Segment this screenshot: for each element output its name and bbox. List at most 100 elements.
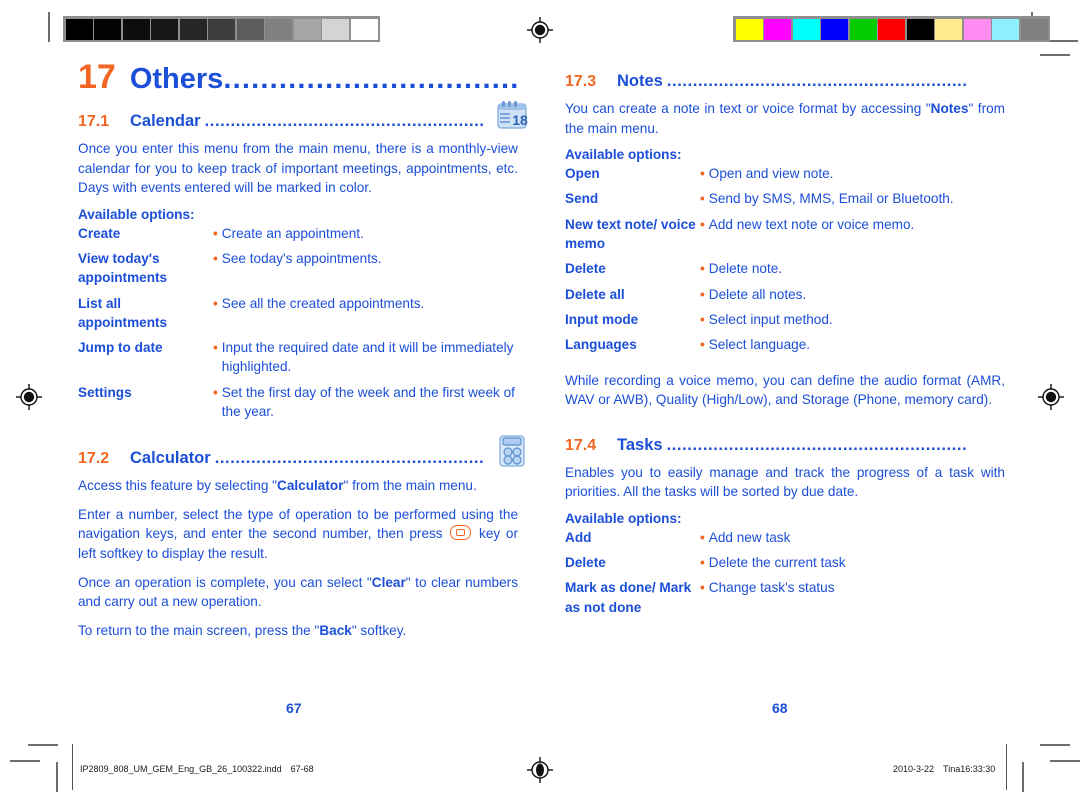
section-title-tasks: Tasks <box>617 435 663 454</box>
option-description: • Change task's status <box>700 578 1005 623</box>
bullet-icon: • <box>213 384 218 400</box>
option-description: • Set the first day of the week and the f… <box>213 383 518 428</box>
calculator-clear-paragraph: Once an operation is complete, you can s… <box>78 574 518 610</box>
available-options-label-notes: Available options: <box>565 147 682 163</box>
bold-term-notes: Notes <box>930 101 969 116</box>
chapter-leader-dots: ...................................... <box>223 65 518 94</box>
footer-operator-time: Tina16:33:30 <box>943 764 996 774</box>
section-heading-calculator: 17.2 Calculator ........................… <box>78 435 525 468</box>
footer-file-slug: IP2809_808_UM_GEM_Eng_GB_26_100322.indd 6… <box>80 764 314 774</box>
option-description: • Add new text note or voice memo. <box>700 215 1005 260</box>
chapter-number: 17 <box>78 58 116 96</box>
page-number-left: 67 <box>286 700 302 716</box>
notes-voice-memo-paragraph: While recording a voice memo, you can de… <box>565 372 1005 408</box>
option-name: Open <box>565 166 600 182</box>
option-name: Add <box>565 529 592 545</box>
available-options-label-tasks: Available options: <box>565 510 682 526</box>
tasks-intro-paragraph: Enables you to easily manage and track t… <box>565 464 1005 500</box>
options-table-notes: Open • Open and view note. Send • Send by … <box>565 164 1005 360</box>
chapter-title: Others <box>129 63 224 95</box>
bullet-icon: • <box>213 225 218 241</box>
bullet-icon: • <box>700 166 705 182</box>
table-row: Settings • Set the first day of the week … <box>78 383 518 428</box>
table-row: List all appointments • See all the creat… <box>78 294 518 339</box>
ok-key-icon <box>450 525 472 541</box>
option-name: List all appointments <box>78 295 168 330</box>
bullet-icon: • <box>700 580 705 596</box>
bullet-icon: • <box>700 191 705 207</box>
option-description: • Open and view note. <box>700 164 1005 189</box>
chapter-heading: 17 Others ..............................… <box>78 60 518 94</box>
option-name: Delete all <box>565 286 625 302</box>
bullet-icon: • <box>700 216 705 232</box>
svg-text:18: 18 <box>512 112 528 128</box>
option-description: • See today's appointments. <box>213 249 518 294</box>
option-name: Delete <box>565 555 606 571</box>
section-leader-dots-tasks: ........................................… <box>666 435 968 454</box>
table-row: Jump to date • Input the required date an… <box>78 338 518 383</box>
section-leader-dots-notes: ........................................… <box>666 72 968 90</box>
table-row: Create • Create an appointment. <box>78 224 518 249</box>
option-name: View today's appointments <box>78 250 168 286</box>
option-name: Delete <box>565 261 606 277</box>
option-name: New text note/ voice memo <box>565 216 696 252</box>
option-description: • Delete all notes. <box>700 285 1005 310</box>
calendar-intro-paragraph: Once you enter this menu from the main m… <box>78 141 518 196</box>
option-name: Mark as done/ Mark as not done <box>565 580 692 615</box>
calendar-icon: 18 <box>494 96 530 132</box>
bullet-icon: • <box>700 337 705 353</box>
option-description: • Input the required date and it will be … <box>213 338 518 383</box>
footer-date: 2010-3-22 <box>893 764 935 774</box>
option-description: • Delete note. <box>700 259 1005 284</box>
table-row: Send • Send by SMS, MMS, Email or Bluetoo… <box>565 189 1005 214</box>
table-row: Open • Open and view note. <box>565 164 1005 189</box>
section-number-17-1: 17.1 <box>78 113 110 130</box>
option-name: Send <box>565 191 599 207</box>
page-spread: 17 Others ..............................… <box>0 0 1080 798</box>
footer-filename: IP2809_808_UM_GEM_Eng_GB_26_100322.indd <box>80 764 282 774</box>
notes-intro-paragraph: You can create a note in text or voice f… <box>565 101 1005 136</box>
table-row: Mark as done/ Mark as not done • Change t… <box>565 578 1005 623</box>
bullet-icon: • <box>213 295 218 311</box>
section-title-calendar: Calendar <box>130 112 201 130</box>
option-name: Languages <box>565 337 637 353</box>
available-options-label-calendar: Available options: <box>78 206 195 222</box>
table-row: Add • Add new task <box>565 528 1005 553</box>
bullet-icon: • <box>700 555 705 571</box>
option-description: • Add new task <box>700 528 1005 553</box>
table-row: Languages • Select language. <box>565 335 1005 360</box>
bold-term-calculator: Calculator <box>277 478 344 494</box>
section-title-notes: Notes <box>617 72 663 90</box>
bullet-icon: • <box>700 311 705 327</box>
footer-timestamp-slug: 2010-3-22 Tina16:33:30 <box>893 764 995 774</box>
bullet-icon: • <box>213 340 218 356</box>
option-description: • Select input method. <box>700 310 1005 335</box>
page-number-right: 68 <box>772 700 788 716</box>
section-heading-notes: 17.3 Notes .............................… <box>565 72 1005 91</box>
option-description: • Send by SMS, MMS, Email or Bluetooth. <box>700 189 1005 214</box>
options-table-tasks: Add • Add new task Delete • Delete the cur… <box>565 528 1005 623</box>
section-number-17-2: 17.2 <box>78 450 110 468</box>
slug-rule-right <box>1006 744 1007 790</box>
table-row: View today's appointments • See today's a… <box>78 249 518 294</box>
table-row: Delete • Delete the current task <box>565 553 1005 578</box>
footer-page-range: 67-68 <box>290 764 314 774</box>
bold-term-clear: Clear <box>371 574 406 590</box>
calculator-operation-paragraph: Enter a number, select the type of opera… <box>78 505 518 564</box>
option-name: Create <box>78 225 121 241</box>
bullet-icon: • <box>700 286 705 302</box>
option-description: • Delete the current task <box>700 553 1005 578</box>
right-page: 17.3 Notes .............................… <box>565 72 1005 627</box>
bullet-icon: • <box>700 529 705 545</box>
section-title-calculator: Calculator <box>130 449 211 468</box>
option-name: Settings <box>78 384 132 400</box>
calculator-icon <box>494 433 530 469</box>
option-name: Input mode <box>565 311 639 327</box>
bold-term-back: Back <box>319 622 352 638</box>
table-row: Delete all • Delete all notes. <box>565 285 1005 310</box>
section-heading-calendar: 17.1 Calendar ..........................… <box>78 101 528 131</box>
option-name: Jump to date <box>78 340 163 356</box>
left-page: 17 Others ..............................… <box>78 60 528 649</box>
slug-rule-left <box>72 744 73 790</box>
section-number-17-3: 17.3 <box>565 73 597 90</box>
